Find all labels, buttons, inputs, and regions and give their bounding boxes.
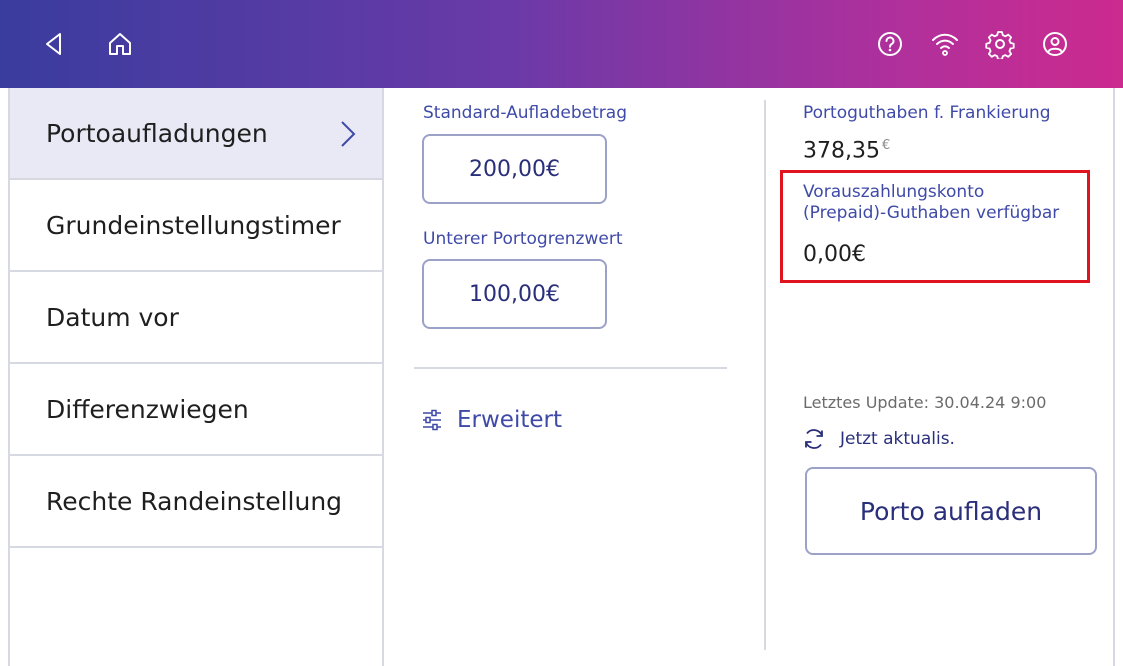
- refresh-icon: [805, 429, 823, 449]
- home-icon[interactable]: [100, 24, 140, 64]
- top-bar: [0, 0, 1123, 88]
- chevron-right-icon: [341, 121, 356, 147]
- refill-postage-button[interactable]: Porto aufladen: [805, 467, 1097, 555]
- last-update-text: Letztes Update: 30.04.24 9:00: [803, 393, 1047, 412]
- sidebar-item-label: Differenzwiegen: [46, 394, 249, 424]
- sidebar-item-portoaufladungen[interactable]: Portoaufladungen: [10, 88, 382, 180]
- sliders-icon: [423, 409, 441, 431]
- prepaid-label-line1: Vorauszahlungskonto: [803, 182, 985, 202]
- refresh-now-button[interactable]: Jetzt aktualis.: [802, 424, 955, 454]
- sidebar-item-rechte-randeinstellung[interactable]: Rechte Randeinstellung: [10, 456, 382, 548]
- column-divider: [764, 100, 766, 650]
- gear-icon[interactable]: [980, 24, 1020, 64]
- sidebar-item-differenzwiegen[interactable]: Differenzwiegen: [10, 364, 382, 456]
- postage-balance-label: Portoguthaben f. Frankierung: [803, 103, 1051, 123]
- sidebar-item-grundeinstellungstimer[interactable]: Grundeinstellungstimer: [10, 180, 382, 272]
- wifi-icon[interactable]: [925, 24, 965, 64]
- refresh-label: Jetzt aktualis.: [840, 429, 955, 449]
- postage-balance-value: 378,35 €: [803, 138, 890, 163]
- standard-amount-button[interactable]: 200,00€: [422, 134, 607, 204]
- lower-threshold-button[interactable]: 100,00€: [422, 259, 607, 329]
- sidebar-item-label: Rechte Randeinstellung: [46, 486, 343, 516]
- postage-amount: 378,35: [803, 138, 880, 164]
- sidebar-item-label: Datum vor: [46, 302, 179, 332]
- prepaid-balance-value: 0,00€: [803, 242, 866, 267]
- sidebar-item-datum-vor[interactable]: Datum vor: [10, 272, 382, 364]
- help-circle-icon[interactable]: [870, 24, 910, 64]
- sidebar-item-label: Portoaufladungen: [46, 118, 268, 148]
- prepaid-label-line2: (Prepaid)-Guthaben verfügbar: [803, 203, 1060, 223]
- lower-threshold-label: Unterer Portogrenzwert: [423, 229, 623, 249]
- account-icon[interactable]: [1035, 24, 1075, 64]
- advanced-settings-button[interactable]: Erweitert: [421, 400, 562, 440]
- sidebar: Portoaufladungen Grundeinstellungstimer …: [10, 88, 384, 666]
- postage-currency: €: [881, 138, 891, 153]
- standard-amount-label: Standard-Aufladebetrag: [423, 103, 627, 123]
- advanced-label: Erweitert: [457, 407, 562, 433]
- back-triangle-icon[interactable]: [34, 24, 74, 64]
- divider: [414, 367, 727, 369]
- sidebar-item-label: Grundeinstellungstimer: [46, 210, 341, 240]
